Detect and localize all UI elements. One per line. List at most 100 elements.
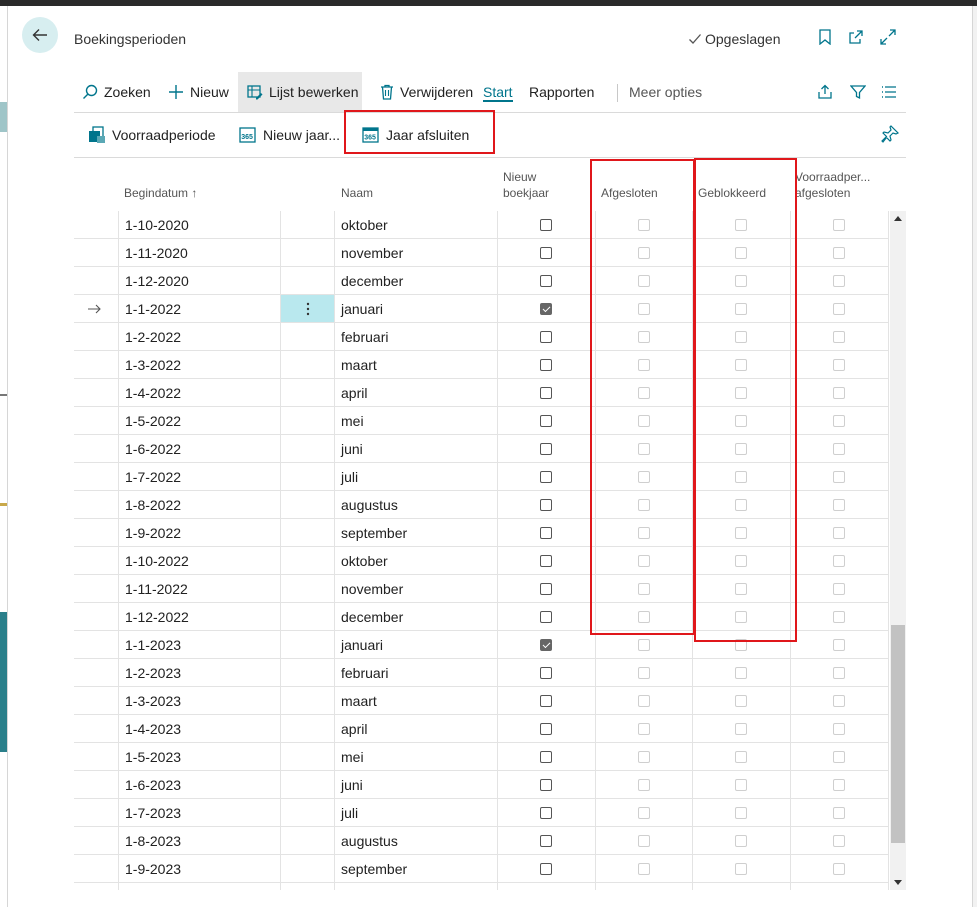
table-row[interactable]: 1-10-2020 oktober bbox=[74, 211, 889, 239]
table-row[interactable]: 1-5-2023 mei bbox=[74, 743, 889, 771]
new-fiscal-year-checkbox[interactable] bbox=[540, 387, 552, 399]
new-fiscal-year-checkbox[interactable] bbox=[540, 331, 552, 343]
cell-start-date[interactable]: 1-8-2022 bbox=[125, 491, 181, 519]
cell-name[interactable]: maart bbox=[341, 351, 377, 379]
cell-start-date[interactable]: 1-6-2023 bbox=[125, 771, 181, 799]
tab-reports[interactable]: Rapporten bbox=[529, 72, 594, 112]
new-fiscal-year-checkbox[interactable] bbox=[540, 303, 552, 315]
cell-start-date[interactable]: 1-9-2022 bbox=[125, 519, 181, 547]
search-button[interactable]: Zoeken bbox=[82, 72, 151, 112]
table-row[interactable]: 1-1-2023 januari bbox=[74, 631, 889, 659]
cell-name[interactable]: september bbox=[341, 855, 407, 883]
cell-start-date[interactable]: 1-12-2020 bbox=[125, 267, 189, 295]
pin-icon[interactable] bbox=[880, 124, 900, 144]
back-button[interactable] bbox=[22, 17, 58, 53]
cell-name[interactable]: oktober bbox=[341, 547, 388, 575]
cell-start-date[interactable]: 1-9-2023 bbox=[125, 855, 181, 883]
table-row[interactable]: 1-6-2022 juni bbox=[74, 435, 889, 463]
cell-name[interactable]: maart bbox=[341, 687, 377, 715]
cell-name[interactable]: februari bbox=[341, 659, 388, 687]
new-fiscal-year-checkbox[interactable] bbox=[540, 443, 552, 455]
cell-start-date[interactable]: 1-4-2022 bbox=[125, 379, 181, 407]
header-inventory-closed[interactable]: Voorraadper... afgesloten bbox=[795, 169, 870, 201]
cell-start-date[interactable]: 1-7-2022 bbox=[125, 463, 181, 491]
new-year-button[interactable]: 365 Nieuw jaar... bbox=[239, 112, 340, 157]
table-row[interactable]: 1-11-2020 november bbox=[74, 239, 889, 267]
table-row[interactable]: 1-6-2023 juni bbox=[74, 771, 889, 799]
cell-name[interactable]: januari bbox=[341, 295, 383, 323]
close-year-button[interactable]: 365 Jaar afsluiten bbox=[362, 112, 469, 157]
table-row[interactable]: 1-4-2023 april bbox=[74, 715, 889, 743]
cell-start-date[interactable]: 1-2-2023 bbox=[125, 659, 181, 687]
bookmark-icon[interactable] bbox=[816, 28, 834, 46]
new-fiscal-year-checkbox[interactable] bbox=[540, 247, 552, 259]
cell-start-date[interactable]: 1-8-2023 bbox=[125, 827, 181, 855]
cell-name[interactable]: juni bbox=[341, 771, 363, 799]
cell-name[interactable]: augustus bbox=[341, 491, 398, 519]
cell-start-date[interactable]: 1-1-2023 bbox=[125, 631, 181, 659]
cell-name[interactable]: januari bbox=[341, 631, 383, 659]
cell-start-date[interactable]: 1-12-2022 bbox=[125, 603, 189, 631]
table-row[interactable]: 1-8-2023 augustus bbox=[74, 827, 889, 855]
new-fiscal-year-checkbox[interactable] bbox=[540, 807, 552, 819]
new-fiscal-year-checkbox[interactable] bbox=[540, 779, 552, 791]
scroll-down-icon[interactable] bbox=[890, 876, 906, 890]
cell-start-date[interactable]: 1-2-2022 bbox=[125, 323, 181, 351]
table-row[interactable]: 1-5-2022 mei bbox=[74, 407, 889, 435]
cell-name[interactable]: december bbox=[341, 267, 403, 295]
cell-start-date[interactable]: 1-5-2023 bbox=[125, 743, 181, 771]
cell-name[interactable]: september bbox=[341, 519, 407, 547]
header-locked[interactable]: Geblokkeerd bbox=[698, 185, 766, 201]
row-menu-icon[interactable] bbox=[281, 295, 334, 322]
cell-start-date[interactable]: 1-11-2022 bbox=[125, 575, 188, 603]
header-closed[interactable]: Afgesloten bbox=[601, 185, 658, 201]
cell-name[interactable]: augustus bbox=[341, 827, 398, 855]
cell-start-date[interactable]: 1-10-2020 bbox=[125, 211, 189, 239]
new-fiscal-year-checkbox[interactable] bbox=[540, 359, 552, 371]
new-fiscal-year-checkbox[interactable] bbox=[540, 639, 552, 651]
table-row[interactable]: 1-3-2022 maart bbox=[74, 351, 889, 379]
header-name[interactable]: Naam bbox=[341, 185, 373, 201]
new-fiscal-year-checkbox[interactable] bbox=[540, 667, 552, 679]
cell-name[interactable]: november bbox=[341, 575, 403, 603]
new-fiscal-year-checkbox[interactable] bbox=[540, 527, 552, 539]
cell-name[interactable]: april bbox=[341, 379, 367, 407]
header-new-fiscal-year[interactable]: Nieuw boekjaar bbox=[503, 169, 549, 201]
table-row[interactable]: 1-9-2023 september bbox=[74, 855, 889, 883]
cell-name[interactable]: mei bbox=[341, 743, 364, 771]
new-fiscal-year-checkbox[interactable] bbox=[540, 751, 552, 763]
table-row[interactable]: 1-1-2022 januari bbox=[74, 295, 889, 323]
cell-start-date[interactable]: 1-11-2020 bbox=[125, 239, 188, 267]
cell-start-date[interactable]: 1-5-2022 bbox=[125, 407, 181, 435]
share-button[interactable] bbox=[817, 72, 833, 112]
cell-name[interactable]: april bbox=[341, 715, 367, 743]
new-fiscal-year-checkbox[interactable] bbox=[540, 275, 552, 287]
cell-start-date[interactable]: 1-7-2023 bbox=[125, 799, 181, 827]
cell-start-date[interactable]: 1-6-2022 bbox=[125, 435, 181, 463]
cell-name[interactable]: februari bbox=[341, 323, 388, 351]
table-row[interactable]: 1-9-2022 september bbox=[74, 519, 889, 547]
filter-button[interactable] bbox=[850, 72, 866, 112]
cell-start-date[interactable]: 1-4-2023 bbox=[125, 715, 181, 743]
table-row[interactable]: 1-3-2023 maart bbox=[74, 687, 889, 715]
table-row[interactable]: 1-10-2022 oktober bbox=[74, 547, 889, 575]
inventory-period-button[interactable]: Voorraadperiode bbox=[88, 112, 216, 157]
scrollbar-thumb[interactable] bbox=[891, 625, 905, 843]
new-button[interactable]: Nieuw bbox=[168, 72, 229, 112]
header-start-date[interactable]: Begindatum ↑ bbox=[124, 185, 197, 201]
table-row[interactable]: 1-2-2022 februari bbox=[74, 323, 889, 351]
table-row[interactable]: 1-2-2023 februari bbox=[74, 659, 889, 687]
table-row[interactable]: 1-4-2022 april bbox=[74, 379, 889, 407]
cell-name[interactable]: november bbox=[341, 239, 403, 267]
table-row[interactable]: 1-7-2022 juli bbox=[74, 463, 889, 491]
new-fiscal-year-checkbox[interactable] bbox=[540, 415, 552, 427]
table-row[interactable]: 1-12-2020 december bbox=[74, 267, 889, 295]
table-row[interactable]: 1-8-2022 augustus bbox=[74, 491, 889, 519]
edit-list-button[interactable]: Lijst bewerken bbox=[238, 72, 362, 112]
new-fiscal-year-checkbox[interactable] bbox=[540, 863, 552, 875]
cell-name[interactable]: oktober bbox=[341, 211, 388, 239]
table-row[interactable]: 1-7-2023 juli bbox=[74, 799, 889, 827]
cell-start-date[interactable]: 1-10-2022 bbox=[125, 547, 189, 575]
cell-name[interactable]: juli bbox=[341, 463, 358, 491]
new-fiscal-year-checkbox[interactable] bbox=[540, 611, 552, 623]
